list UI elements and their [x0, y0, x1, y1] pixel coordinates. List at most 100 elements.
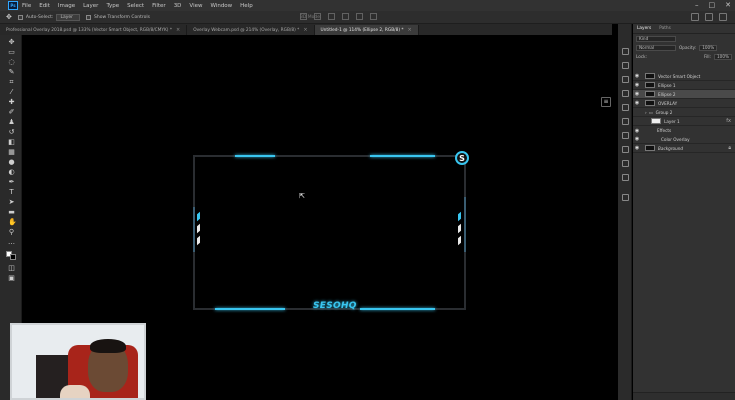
eraser-tool-icon[interactable]: ◧	[8, 139, 15, 146]
zoom-tool-icon[interactable]: ⚲	[8, 229, 15, 236]
share-icon[interactable]	[719, 13, 727, 21]
chevron-right-icon[interactable]: ›	[645, 110, 647, 115]
auto-select-dropdown[interactable]: Layer	[56, 13, 80, 21]
menu-type[interactable]: Type	[106, 3, 119, 9]
quick-mask-icon[interactable]: ◫	[8, 265, 15, 272]
menu-layer[interactable]: Layer	[83, 3, 98, 9]
search-icon[interactable]	[691, 13, 699, 21]
adjust-icon[interactable]: ≡	[601, 97, 611, 107]
eye-icon[interactable]: ◉	[633, 128, 641, 134]
eyedropper-tool-icon[interactable]: ⁄	[8, 89, 15, 96]
gradient-tool-icon[interactable]: ▦	[8, 149, 15, 156]
eye-icon[interactable]: ◉	[633, 145, 641, 151]
blur-tool-icon[interactable]: ●	[8, 159, 15, 166]
brush-tool-icon[interactable]: ✐	[8, 109, 15, 116]
pen-tool-icon[interactable]: ✒	[8, 179, 15, 186]
align-bottom-icon[interactable]	[370, 13, 377, 20]
styles-panel-icon[interactable]	[622, 160, 629, 167]
layer-row-overlay[interactable]: ◉ OVERLAY	[633, 99, 735, 108]
menu-file[interactable]: File	[22, 3, 31, 9]
workspace-icon[interactable]	[705, 13, 713, 21]
layer-color-overlay-row[interactable]: ◉ Color Overlay	[633, 135, 735, 144]
close-icon[interactable]: ×	[303, 27, 307, 33]
history-brush-icon[interactable]: ↺	[8, 129, 15, 136]
screen-mode-icon[interactable]: ▣	[8, 275, 15, 282]
menu-select[interactable]: Select	[127, 3, 144, 9]
transform-controls-label: Show Transform Controls	[93, 14, 150, 20]
dodge-tool-icon[interactable]: ◐	[8, 169, 15, 176]
move-tool-icon[interactable]: ✥	[8, 39, 15, 46]
layer-name: OVERLAY	[658, 100, 678, 106]
document-tabs: Professional Overlay 2018.psd @ 133% (Ve…	[0, 24, 612, 35]
lasso-tool-icon[interactable]: ◌	[8, 59, 15, 66]
menu-view[interactable]: View	[189, 3, 202, 9]
layer-thumbnail	[645, 91, 655, 97]
hand-tool-icon[interactable]: ✋	[8, 219, 17, 226]
menu-edit[interactable]: Edit	[39, 3, 50, 9]
libraries-panel-icon[interactable]	[622, 104, 629, 111]
layer-name: Vector Smart Object	[658, 73, 701, 79]
layer-effects-row[interactable]: ◉ Effects	[633, 126, 735, 135]
kind-filter-dropdown[interactable]: Kind	[636, 35, 676, 42]
marquee-tool-icon[interactable]: ▭	[8, 49, 15, 56]
menu-help[interactable]: Help	[240, 3, 253, 9]
paragraph-panel-icon[interactable]	[622, 146, 629, 153]
crop-tool-icon[interactable]: ⌗	[8, 79, 15, 86]
layer-row-vector-smart-object[interactable]: ◉ Vector Smart Object	[633, 72, 735, 81]
layer-row-layer-1[interactable]: Layer 1 fx	[633, 117, 735, 126]
tab-untitled-1[interactable]: Untitled-1 @ 114% (Ellipse 2, RGB/8) * ×	[314, 25, 419, 35]
path-select-tool-icon[interactable]: ➤	[8, 199, 15, 206]
eye-icon[interactable]: ◉	[633, 91, 641, 97]
eye-icon[interactable]: ◉	[633, 82, 641, 88]
adjustments-panel-icon[interactable]	[622, 118, 629, 125]
tab-layers[interactable]: Layers	[637, 26, 651, 31]
layer-row-ellipse-1[interactable]: ◉ Ellipse 1	[633, 81, 735, 90]
left-slash-3	[197, 235, 200, 246]
right-slash-1	[458, 211, 461, 222]
history-panel-icon[interactable]	[622, 48, 629, 55]
opacity-field[interactable]: 100%	[699, 44, 718, 51]
transform-controls-option[interactable]: Show Transform Controls	[85, 14, 150, 20]
character-panel-icon[interactable]	[622, 132, 629, 139]
menu-3d[interactable]: 3D	[174, 3, 182, 9]
transform-controls-checkbox[interactable]	[85, 14, 91, 20]
3d-panel-icon[interactable]	[622, 194, 629, 201]
properties-panel-icon[interactable]	[622, 62, 629, 69]
quick-select-tool-icon[interactable]: ✎	[8, 69, 15, 76]
shape-tool-icon[interactable]: ▬	[8, 209, 15, 216]
more-tools-icon[interactable]: …	[8, 239, 15, 246]
stamp-tool-icon[interactable]: ♟	[8, 119, 15, 126]
background-color-swatch[interactable]	[10, 254, 16, 260]
layer-row-group-2[interactable]: › ▭ Group 2	[633, 108, 735, 117]
swatches-panel-icon[interactable]	[622, 90, 629, 97]
eye-icon[interactable]: ◉	[633, 73, 641, 79]
move-tool-preset[interactable]: ✥	[6, 13, 12, 21]
fill-field[interactable]: 100%	[714, 53, 732, 60]
tab-paths[interactable]: Paths	[659, 26, 671, 31]
align-top-icon[interactable]	[342, 13, 349, 20]
layer-row-background[interactable]: ◉ Background 🔒︎	[633, 144, 735, 153]
minimize-button[interactable]: –	[695, 1, 699, 9]
healing-tool-icon[interactable]: ✚	[8, 99, 15, 106]
fill-label: Fill:	[704, 54, 712, 59]
align-middle-icon[interactable]	[356, 13, 363, 20]
align-right-icon[interactable]	[328, 13, 335, 20]
eye-icon[interactable]: ◉	[633, 136, 641, 142]
auto-select-checkbox[interactable]	[17, 14, 23, 20]
menu-window[interactable]: Window	[210, 3, 232, 9]
close-icon[interactable]: ×	[176, 27, 180, 33]
tab-professional-overlay[interactable]: Professional Overlay 2018.psd @ 133% (Ve…	[0, 25, 188, 35]
tab-overlay-webcam[interactable]: Overlay Webcam.psd @ 214% (Overlay, RGB/…	[187, 25, 315, 35]
menu-image[interactable]: Image	[58, 3, 75, 9]
type-tool-icon[interactable]: T	[8, 189, 15, 196]
maximize-button[interactable]: □	[709, 1, 716, 9]
eye-icon[interactable]: ◉	[633, 100, 641, 106]
auto-select-option[interactable]: Auto-Select: Layer	[17, 13, 80, 21]
close-icon[interactable]: ×	[408, 27, 412, 33]
blend-mode-dropdown[interactable]: Normal	[636, 44, 676, 51]
menu-filter[interactable]: Filter	[152, 3, 166, 9]
channels-panel-icon[interactable]	[622, 174, 629, 181]
color-panel-icon[interactable]	[622, 76, 629, 83]
close-window-button[interactable]: ✕	[725, 1, 731, 9]
layer-row-ellipse-2[interactable]: ◉ Ellipse 2	[633, 90, 735, 99]
